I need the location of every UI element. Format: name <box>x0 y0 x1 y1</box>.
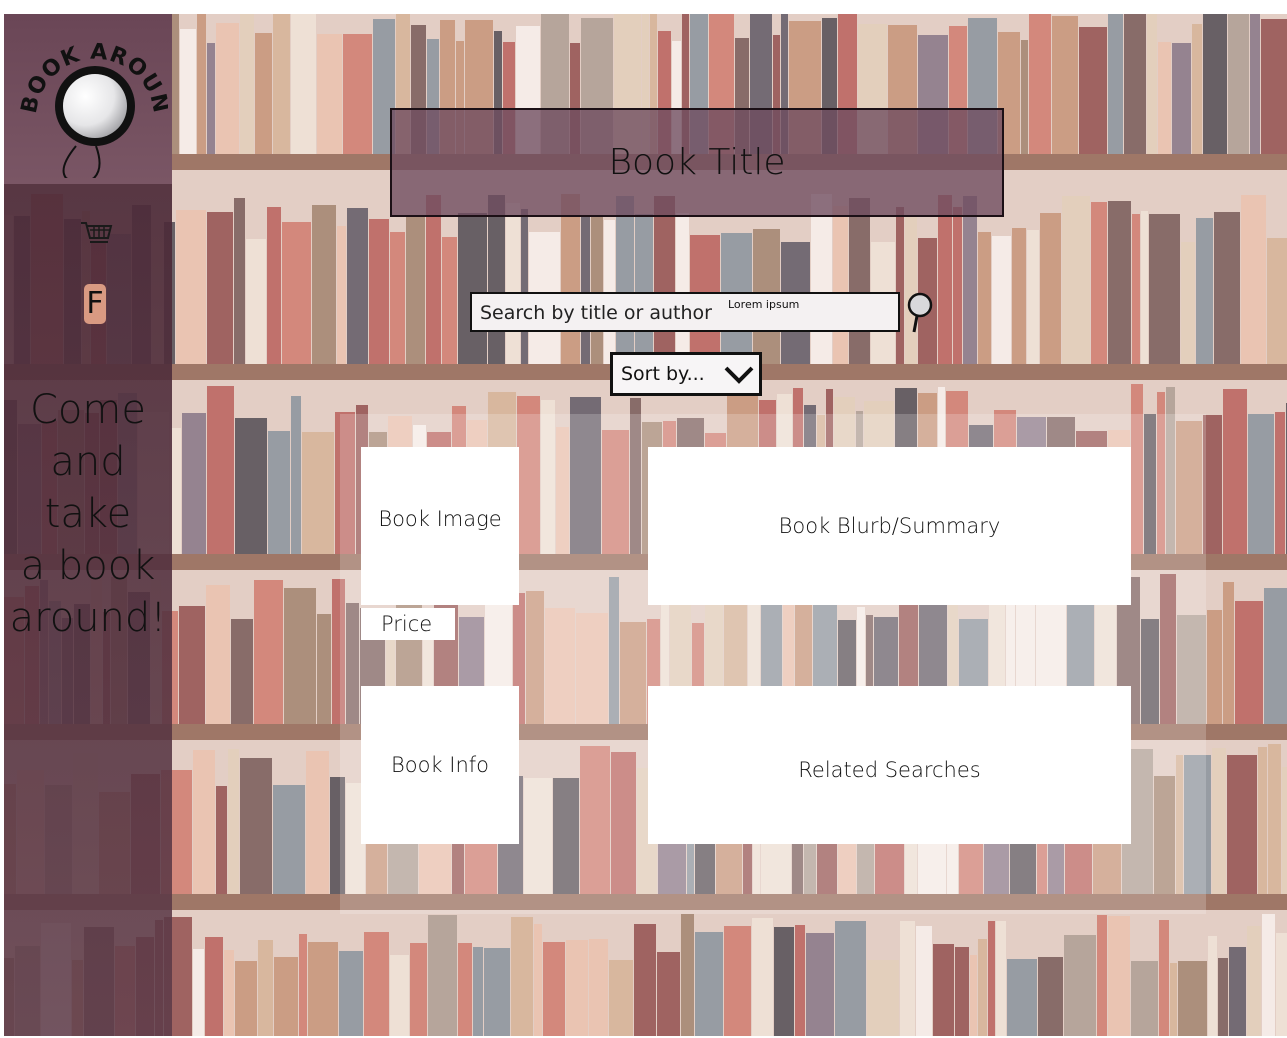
related-searches-label: Related Searches <box>798 758 981 782</box>
app-stage: BOOK AROUND F Come and take a book aroun… <box>4 14 1287 1036</box>
book-title-banner: Book Title <box>390 108 1004 217</box>
sort-dropdown[interactable]: Sort by... <box>610 352 762 396</box>
logo-area: BOOK AROUND <box>4 14 172 184</box>
tagline-line: Come <box>30 387 146 433</box>
tagline-line: around! <box>9 595 167 641</box>
page-title: Book Title <box>608 142 786 183</box>
related-searches-panel[interactable]: Related Searches <box>648 686 1131 844</box>
search-bar: Lorem ipsum <box>470 292 900 332</box>
tagline-line: and <box>50 439 126 485</box>
search-input[interactable] <box>480 296 730 330</box>
chevron-down-icon <box>724 366 754 384</box>
sidebar: BOOK AROUND F Come and take a book aroun… <box>4 14 172 1036</box>
book-info-panel: Book Info <box>361 686 519 844</box>
book-blurb-panel: Book Blurb/Summary <box>648 447 1131 605</box>
cart-icon[interactable] <box>80 220 114 246</box>
price-label: Price <box>361 608 455 640</box>
search-icon[interactable] <box>904 290 938 334</box>
tagline: Come and take a book around! <box>4 384 172 644</box>
facebook-icon[interactable]: F <box>84 284 106 324</box>
book-info-label: Book Info <box>390 753 490 777</box>
book-blurb-label: Book Blurb/Summary <box>778 514 1001 538</box>
search-hint-text: Lorem ipsum <box>728 298 800 311</box>
book-around-logo: BOOK AROUND <box>18 28 168 178</box>
tagline-line: a book <box>20 543 156 589</box>
sort-label: Sort by... <box>621 363 705 385</box>
tagline-line: take <box>44 491 132 537</box>
book-image-label: Book Image <box>378 507 502 531</box>
book-image-panel[interactable]: Book Image <box>361 447 519 605</box>
